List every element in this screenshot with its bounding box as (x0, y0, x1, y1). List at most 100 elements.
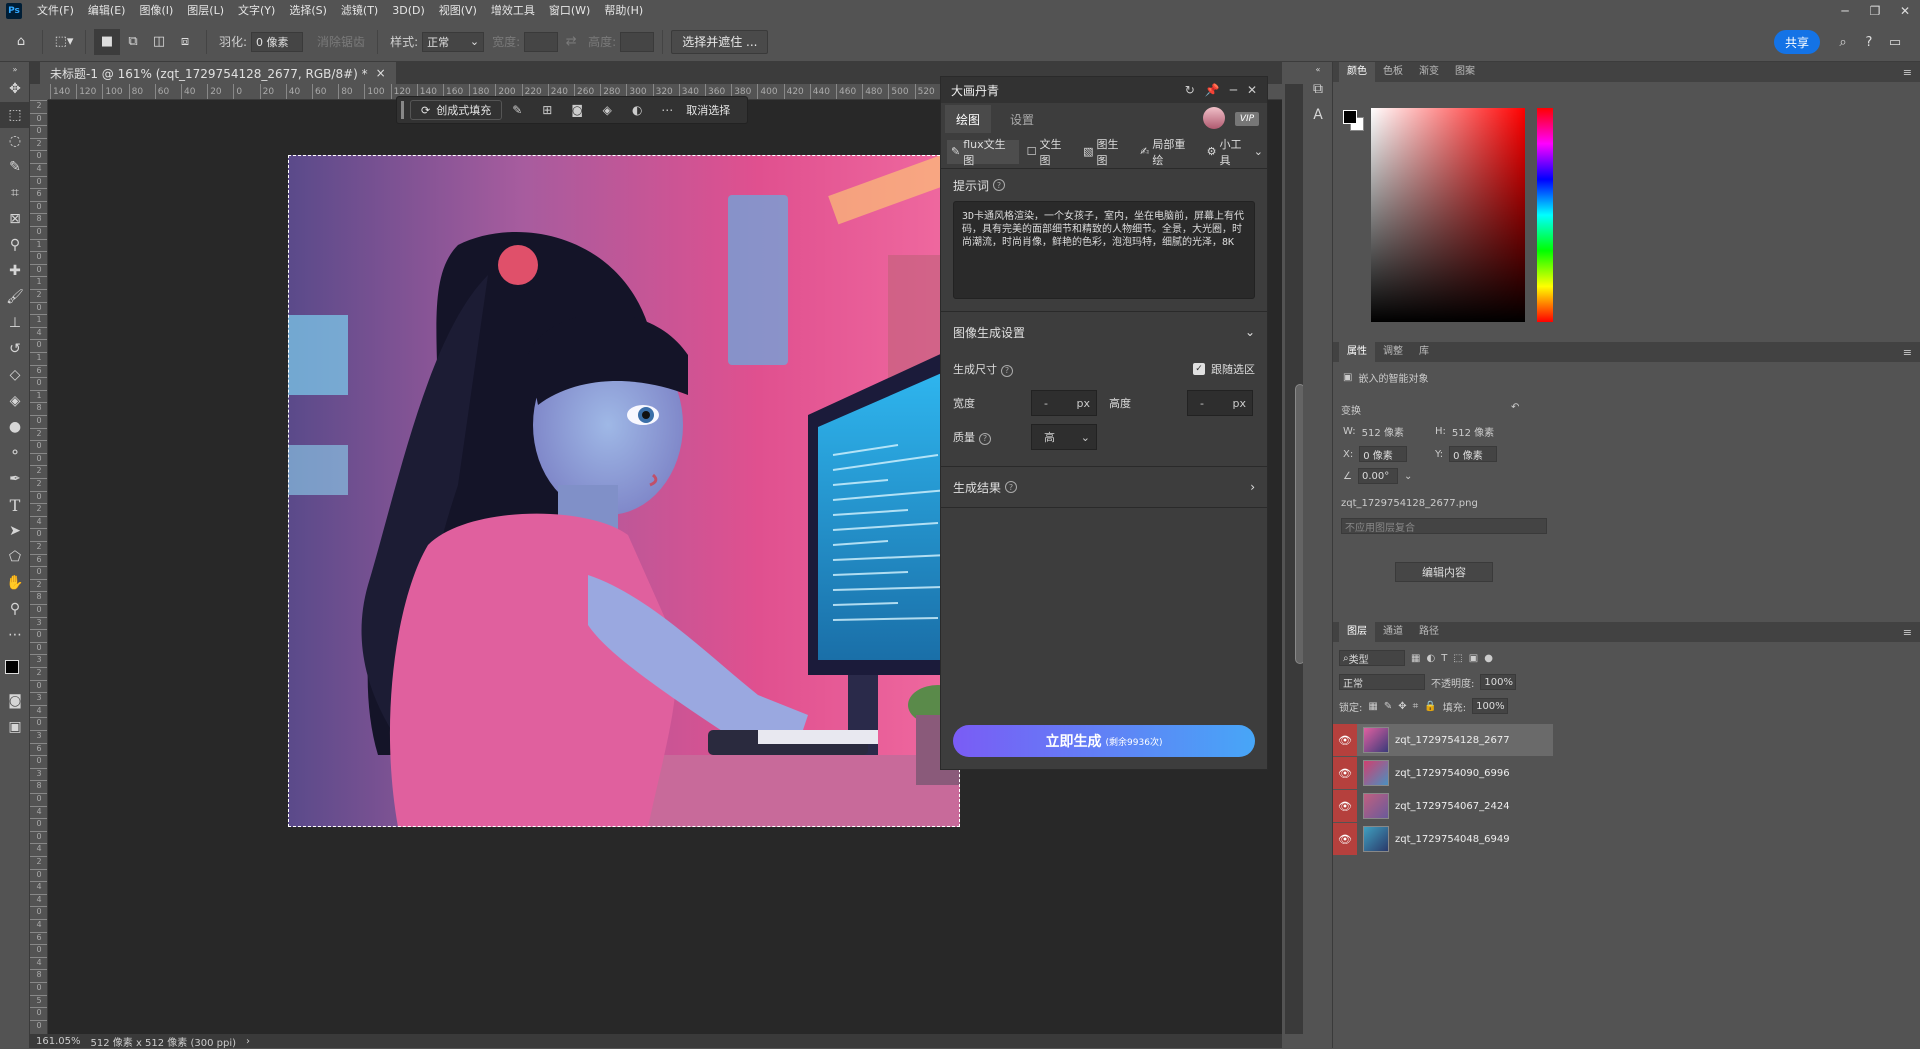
select-and-mask-button[interactable]: 选择并遮住 ... (671, 29, 769, 54)
panel-menu-icon[interactable]: ≡ (1903, 346, 1912, 359)
intersect-selection-icon[interactable]: ⧈ (172, 29, 198, 55)
lock-transparency-icon[interactable]: ▦ (1368, 701, 1377, 712)
mode-tab[interactable]: ☐ 文生图 (1023, 138, 1075, 167)
deselect-button[interactable]: 取消选择 (686, 102, 730, 118)
panel-tab[interactable]: 渐变 (1411, 62, 1447, 82)
more-options-icon[interactable]: ⋯ (652, 100, 682, 120)
mode-tab[interactable]: ▧ 图生图 (1079, 138, 1132, 167)
brush-tool-icon[interactable]: 🖌 (0, 284, 30, 310)
lasso-tool-icon[interactable]: ◌ (0, 128, 30, 154)
angle-input[interactable]: 0.00° (1357, 468, 1398, 484)
new-selection-icon[interactable]: ■ (94, 28, 120, 55)
height-input[interactable] (620, 31, 655, 52)
zoom-tool-icon[interactable]: ⚲ (0, 596, 30, 622)
quality-select[interactable]: 高 ⌄ (1031, 424, 1097, 450)
feather-input[interactable]: 0 像素 (251, 31, 304, 52)
document-tab[interactable]: 未标题-1 @ 161% (zqt_1729754128_2677, RGB/8… (40, 62, 396, 84)
blend-mode-select[interactable]: 正常 (1339, 674, 1425, 690)
modify-selection-icon[interactable]: ✎ (502, 100, 532, 120)
visibility-eye-icon[interactable]: 👁 (1333, 724, 1357, 756)
reset-transform-icon[interactable]: ↶ (1511, 402, 1519, 413)
tab-settings[interactable]: 设置 (999, 105, 1045, 133)
foreground-color[interactable] (5, 660, 19, 674)
help-icon[interactable]: ? (1001, 364, 1013, 377)
edit-contents-button[interactable]: 编辑内容 (1395, 562, 1493, 582)
fill-selection-icon[interactable]: ◈ (592, 100, 622, 120)
menu-item[interactable]: 文件(F) (30, 0, 81, 22)
quick-select-tool-icon[interactable]: ✎ (0, 154, 30, 180)
adjustment-layer-icon[interactable]: ◐ (622, 100, 652, 120)
collapse-icon[interactable]: » (0, 62, 30, 76)
path-select-tool-icon[interactable]: ➤ (0, 518, 30, 544)
panel-tab[interactable]: 库 (1411, 342, 1437, 362)
share-button[interactable]: 共享 (1774, 30, 1820, 54)
more-tools-icon[interactable]: ⋯ (0, 622, 30, 648)
subtract-selection-icon[interactable]: ◫ (146, 29, 172, 55)
screen-mode-icon[interactable]: ▣ (0, 714, 30, 740)
restore-icon[interactable]: ❐ (1860, 0, 1890, 22)
prompt-textarea[interactable]: 3D卡通风格渲染，一个女孩子，室内，坐在电脑前，屏幕上有代码，具有完美的面部细节… (953, 201, 1255, 299)
visibility-eye-icon[interactable]: 👁 (1333, 790, 1357, 822)
layer-row[interactable]: 👁 zqt_1729754128_2677 (1333, 724, 1553, 756)
minimize-panel-icon[interactable]: ─ (1230, 83, 1237, 97)
zoom-level[interactable]: 161.05% (36, 1036, 81, 1047)
generate-button[interactable]: 立即生成 (剩余9936次) (953, 725, 1255, 757)
layer-row[interactable]: 👁 zqt_1729754048_6949 (1333, 823, 1553, 855)
panel-tab[interactable]: 图案 (1447, 62, 1483, 82)
eraser-tool-icon[interactable]: ◇ (0, 362, 30, 388)
panel-tab[interactable]: 通道 (1375, 622, 1411, 642)
history-brush-tool-icon[interactable]: ↺ (0, 336, 30, 362)
mode-tab[interactable]: ✍ 局部重绘 (1136, 138, 1199, 167)
pin-icon[interactable]: 📌 (1205, 83, 1220, 97)
menu-item[interactable]: 图层(L) (180, 0, 231, 22)
filter-pixel-icon[interactable]: ▦ (1411, 653, 1420, 664)
mode-tab[interactable]: ✎ flux文生图 (947, 138, 1019, 167)
marquee-tool-icon[interactable]: ⬚ (0, 102, 30, 128)
crop-tool-icon[interactable]: ⌗ (0, 180, 30, 206)
help-icon[interactable]: ? (993, 179, 1006, 191)
layer-row[interactable]: 👁 zqt_1729754090_6996 (1333, 757, 1553, 789)
menu-item[interactable]: 编辑(E) (81, 0, 133, 22)
visibility-eye-icon[interactable]: 👁 (1333, 757, 1357, 789)
menu-item[interactable]: 选择(S) (282, 0, 334, 22)
search-icon[interactable]: ⌕ (1830, 29, 1856, 55)
result-header[interactable]: 生成结果? › (953, 467, 1255, 507)
create-mask-icon[interactable]: ◙ (562, 100, 592, 120)
panel-tab[interactable]: 路径 (1411, 622, 1447, 642)
blur-tool-icon[interactable]: ● (0, 414, 30, 440)
lock-pixels-icon[interactable]: ✎ (1384, 701, 1392, 712)
y-input[interactable]: 0 像素 (1449, 446, 1498, 462)
fill-input[interactable]: 100% (1472, 698, 1509, 714)
menu-item[interactable]: 增效工具 (484, 0, 542, 22)
panel-tab[interactable]: 图层 (1339, 622, 1375, 642)
close-window-icon[interactable]: ✕ (1890, 0, 1920, 22)
generative-fill-button[interactable]: ⟳ 创成式填充 (410, 100, 503, 120)
drag-handle[interactable] (401, 101, 404, 119)
quick-mask-icon[interactable]: ◙ (0, 688, 30, 714)
character-panel-icon[interactable]: A (1303, 102, 1333, 128)
layer-comp-select[interactable]: 不应用图层复合 (1341, 518, 1547, 534)
hand-tool-icon[interactable]: ✋ (0, 570, 30, 596)
menu-item[interactable]: 3D(D) (385, 0, 432, 22)
refresh-icon[interactable]: ↻ (1185, 83, 1195, 97)
height-input[interactable]: - px (1187, 390, 1253, 416)
x-input[interactable]: 0 像素 (1359, 446, 1408, 462)
menu-item[interactable]: 图像(I) (132, 0, 180, 22)
w-value[interactable]: 512 像素 (1362, 424, 1404, 439)
home-icon[interactable]: ⌂ (8, 29, 34, 55)
lock-artboard-icon[interactable]: ⌗ (1413, 701, 1419, 712)
history-panel-icon[interactable]: ⧉ (1303, 76, 1333, 102)
rect-marquee-preset-icon[interactable]: ⬚▾ (51, 29, 77, 55)
filter-type-icon[interactable]: T (1441, 653, 1447, 664)
panel-tab[interactable]: 调整 (1375, 342, 1411, 362)
invert-selection-icon[interactable]: ⊞ (532, 100, 562, 120)
color-field[interactable] (1371, 108, 1525, 322)
h-value[interactable]: 512 像素 (1452, 424, 1494, 439)
menu-item[interactable]: 帮助(H) (597, 0, 650, 22)
follow-selection-checkbox[interactable]: ✓ (1193, 363, 1205, 375)
vertical-scrollbar[interactable] (1285, 84, 1305, 1034)
panel-tab[interactable]: 颜色 (1339, 62, 1375, 82)
pen-tool-icon[interactable]: ✒ (0, 466, 30, 492)
visibility-eye-icon[interactable]: 👁 (1333, 823, 1357, 855)
menu-item[interactable]: 文字(Y) (231, 0, 282, 22)
